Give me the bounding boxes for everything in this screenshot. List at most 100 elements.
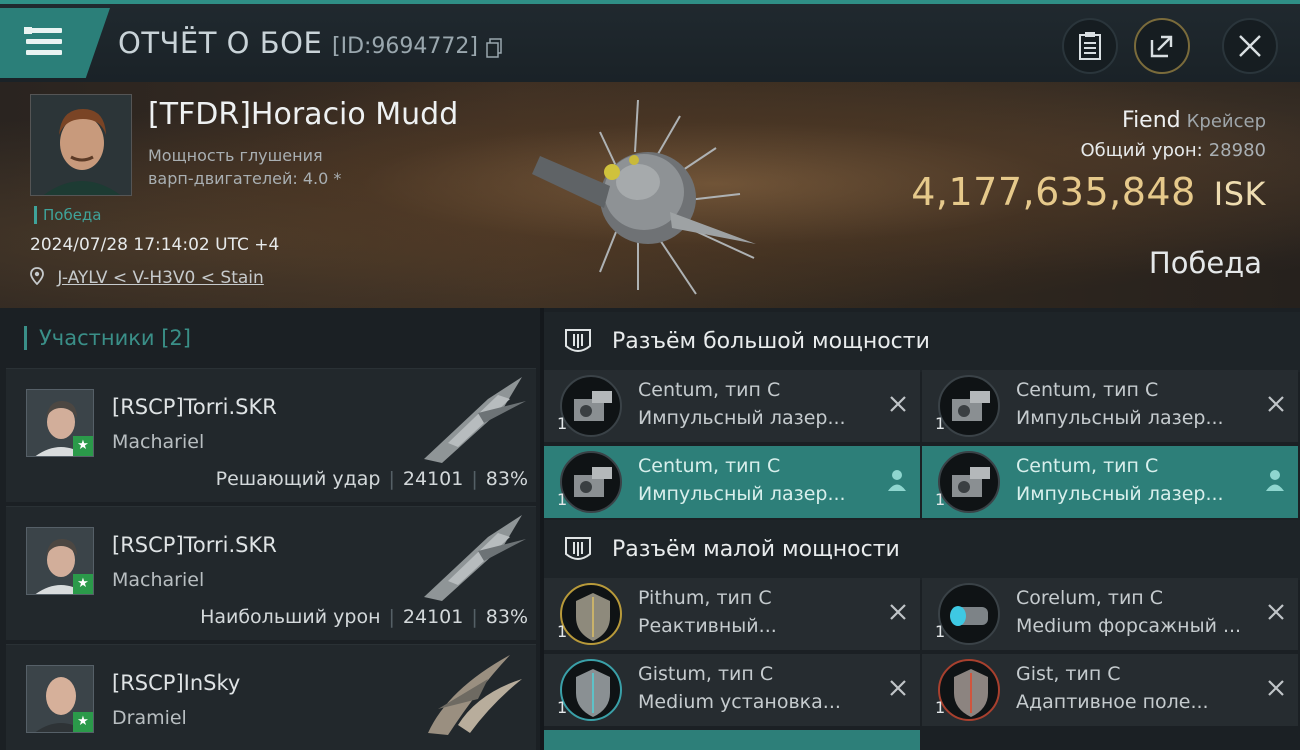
star-icon: ★ — [73, 712, 93, 732]
module-description: Реактивный... — [638, 615, 777, 637]
participant-damage: 24101 — [402, 606, 464, 628]
low-slot-header: Разъём малой мощности — [544, 520, 1300, 580]
report-id: [ID:9694772] — [332, 34, 478, 59]
close-button[interactable] — [1222, 18, 1278, 74]
participant-name: [RSCP]Torri.SKR — [112, 395, 277, 419]
module-name: Centum, тип C — [638, 455, 781, 477]
destroyed-x-icon — [1268, 680, 1284, 696]
top-bar: ОТЧЁТ О БОЕ [ID:9694772] — [0, 0, 1300, 82]
module-slot[interactable]: 1 Gistum, тип C Medium установка... — [544, 654, 920, 726]
isk-amount: 4,177,635,848 — [911, 170, 1196, 214]
victim-portrait[interactable] — [30, 94, 132, 196]
ship-icon — [428, 655, 522, 735]
module-slot[interactable]: 1 Centum, тип C Импульсный лазер... — [922, 446, 1298, 518]
participant-stats: Наибольший урон | 24101 | 83% — [200, 606, 528, 628]
participants-panel: Участники [2] ★ [RSCP]Torri.SKR Macharie… — [0, 308, 540, 750]
participant-card[interactable]: ★ [RSCP]InSky Dramiel — [6, 644, 536, 750]
isk-currency: ISK — [1213, 175, 1266, 213]
victory-tag: Победа — [34, 206, 102, 224]
ship-icon — [424, 515, 526, 601]
share-icon — [1150, 35, 1173, 58]
module-quantity: 1 — [557, 414, 568, 433]
damage-label: Общий урон: — [1080, 140, 1203, 161]
victim-name[interactable]: [TFDR]Horacio Mudd — [148, 97, 458, 132]
attribute-label: Мощность глушения — [148, 146, 323, 165]
module-slot[interactable]: 1 Corelum, тип C Medium форсажный ... — [922, 578, 1298, 650]
close-icon — [1239, 35, 1261, 57]
fitting-panel: Разъём большой мощности 1 Centum, тип C … — [544, 308, 1300, 750]
module-description: Импульсный лазер... — [638, 407, 846, 429]
participant-ship: Machariel — [112, 569, 205, 591]
copy-icon[interactable] — [486, 38, 502, 58]
pulse-laser-icon — [560, 451, 622, 513]
module-name: Pithum, тип C — [638, 587, 772, 609]
damage-value: 28980 — [1208, 140, 1266, 161]
module-name: Corelum, тип C — [1016, 587, 1164, 609]
pulse-laser-icon — [560, 375, 622, 437]
pilot-portrait-icon — [31, 95, 131, 195]
destroyed-x-icon — [890, 396, 906, 412]
star-icon: ★ — [73, 436, 93, 456]
clipboard-button[interactable] — [1062, 18, 1118, 74]
module-slot[interactable]: 1 Centum, тип C Импульсный лазер... — [544, 370, 920, 442]
victim-ship[interactable]: Fiend Крейсер — [1122, 108, 1266, 133]
participant-name: [RSCP]InSky — [112, 671, 241, 695]
avatar: ★ — [26, 665, 94, 733]
low-slot-title: Разъём малой мощности — [612, 537, 900, 562]
participant-role: Решающий удар — [215, 468, 381, 490]
module-quantity: 1 — [935, 490, 946, 509]
shield-extender-icon — [560, 659, 622, 721]
module-slot[interactable]: 1 Centum, тип C Импульсный лазер... — [922, 370, 1298, 442]
clipboard-icon — [1079, 32, 1101, 60]
module-slot[interactable] — [544, 730, 920, 750]
module-quantity: 1 — [557, 622, 568, 641]
module-slot[interactable]: 1 Gist, тип C Адаптивное поле... — [922, 654, 1298, 726]
participant-percent: 83% — [485, 468, 528, 490]
destroyed-x-icon — [1268, 396, 1284, 412]
high-slot-header: Разъём большой мощности — [544, 312, 1300, 372]
high-slot-icon — [565, 329, 591, 352]
ship-icon — [424, 377, 526, 463]
participant-card[interactable]: ★ [RSCP]Torri.SKR Machariel Наибольший у… — [6, 506, 536, 640]
destroyed-x-icon — [890, 680, 906, 696]
module-description: Medium установка... — [638, 691, 841, 713]
destroyed-x-icon — [890, 604, 906, 620]
menu-button[interactable] — [0, 8, 110, 78]
isk-value: 4,177,635,848 ISK — [911, 170, 1266, 214]
page-title: ОТЧЁТ О БОЕ — [118, 26, 323, 60]
participant-stats: Решающий удар | 24101 | 83% — [215, 468, 528, 490]
module-description: Адаптивное поле... — [1016, 691, 1209, 713]
location-pin-icon — [30, 267, 44, 286]
module-slot[interactable]: 1 Pithum, тип C Реактивный... — [544, 578, 920, 650]
victim-attribute: Мощность глушения варп-двигателей: 4.0 * — [148, 144, 341, 190]
participants-title: Участники [2] — [24, 326, 191, 350]
adaptive-field-icon — [938, 659, 1000, 721]
module-name: Centum, тип C — [1016, 379, 1159, 401]
participant-ship: Dramiel — [112, 707, 187, 729]
module-quantity: 1 — [935, 414, 946, 433]
location-link[interactable]: J-AYLV < V-H3V0 < Stain — [57, 268, 263, 288]
low-slot-icon — [565, 537, 591, 560]
module-name: Centum, тип C — [638, 379, 781, 401]
share-button[interactable] — [1134, 18, 1190, 74]
high-slot-title: Разъём большой мощности — [612, 329, 930, 354]
ship-class: Крейсер — [1186, 111, 1266, 132]
participant-card[interactable]: ★ [RSCP]Torri.SKR Machariel Решающий уда… — [6, 368, 536, 502]
total-damage: Общий урон: 28980 — [1080, 140, 1266, 161]
pulse-laser-icon — [938, 375, 1000, 437]
avatar: ★ — [26, 527, 94, 595]
module-description: Medium форсажный ... — [1016, 615, 1242, 637]
participant-damage: 24101 — [402, 468, 464, 490]
module-name: Centum, тип C — [1016, 455, 1159, 477]
battle-result: Победа — [1148, 246, 1262, 280]
module-quantity: 1 — [935, 622, 946, 641]
kill-location[interactable]: J-AYLV < V-H3V0 < Stain — [30, 267, 264, 288]
menu-icon — [24, 26, 62, 56]
module-quantity: 1 — [557, 490, 568, 509]
module-name: Gist, тип C — [1016, 663, 1121, 685]
module-slot[interactable]: 1 Centum, тип C Импульсный лазер... — [544, 446, 920, 518]
module-description: Импульсный лазер... — [638, 483, 846, 505]
module-quantity: 1 — [935, 698, 946, 717]
kill-summary: [TFDR]Horacio Mudd Мощность глушения вар… — [0, 82, 1300, 308]
pulse-laser-icon — [938, 451, 1000, 513]
